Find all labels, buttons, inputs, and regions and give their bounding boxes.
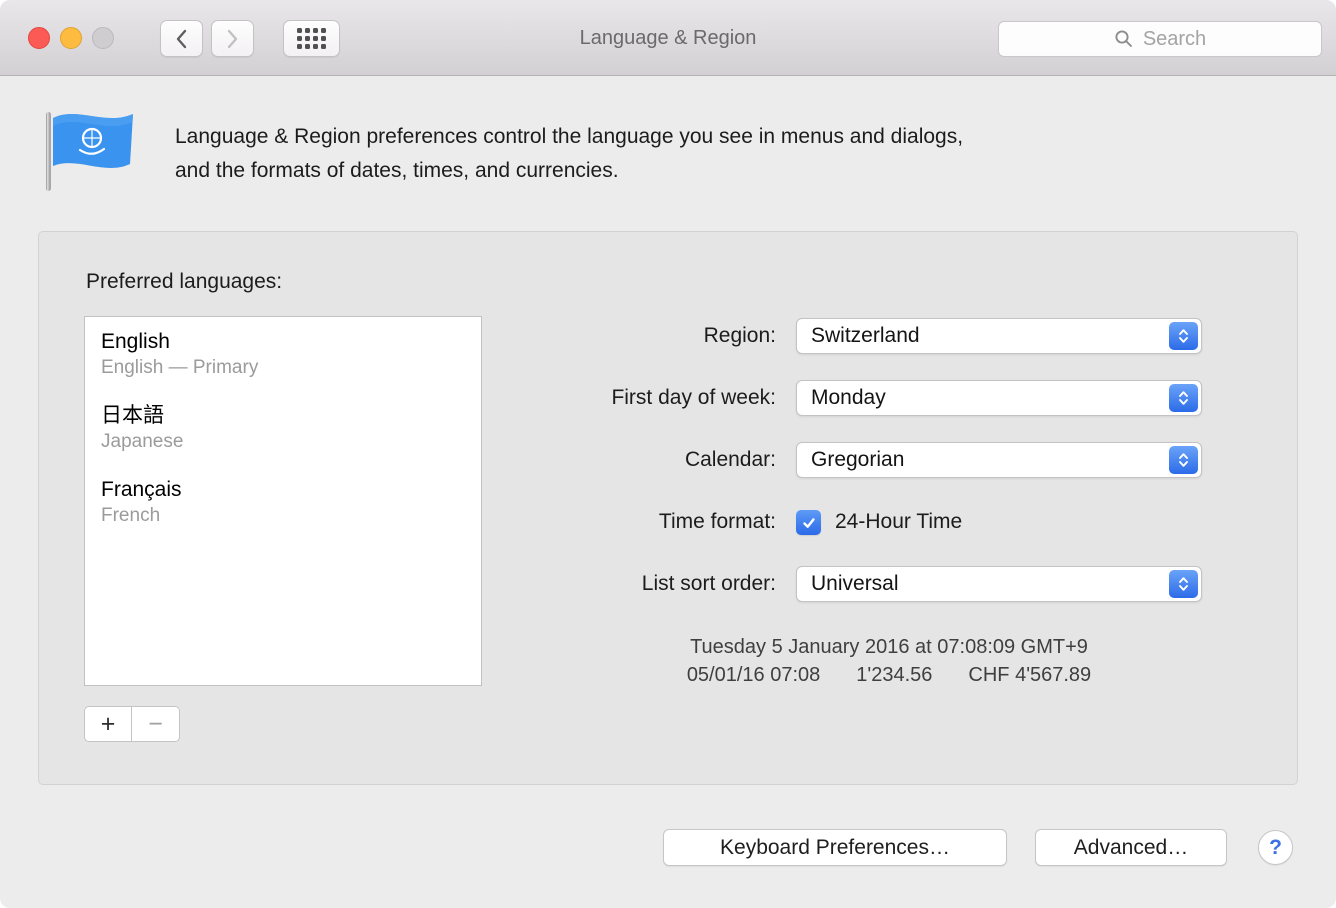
calendar-value: Gregorian	[811, 448, 905, 471]
short-format-examples: 05/01/16 07:08 1'234.56 CHF 4'567.89	[539, 661, 1239, 689]
search-icon	[1115, 30, 1132, 47]
keyboard-preferences-button[interactable]: Keyboard Preferences…	[663, 829, 1007, 866]
list-controls: + −	[84, 706, 180, 742]
description-line-1: Language & Region preferences control th…	[175, 125, 964, 148]
language-name: Français	[101, 478, 182, 501]
24-hour-time-checkbox[interactable]	[796, 510, 821, 535]
short-date-example: 05/01/16 07:08	[686, 664, 821, 686]
show-all-button[interactable]	[283, 20, 340, 57]
full-date-example: Tuesday 5 January 2016 at 07:08:09 GMT+9	[690, 636, 1088, 658]
close-button[interactable]	[28, 27, 50, 49]
advanced-button[interactable]: Advanced…	[1035, 829, 1227, 866]
preferred-languages-list[interactable]: English English — Primary 日本語 Japanese F…	[84, 316, 482, 686]
minimize-button[interactable]	[60, 27, 82, 49]
settings-panel: Preferred languages: English English — P…	[38, 231, 1298, 785]
preferences-description: Language & Region preferences control th…	[175, 120, 963, 188]
description-line-2: and the formats of dates, times, and cur…	[175, 159, 619, 182]
popup-arrows-icon	[1169, 384, 1198, 412]
search-input[interactable]: Search	[998, 21, 1322, 57]
un-flag-icon	[43, 108, 135, 199]
currency-example: CHF 4'567.89	[968, 664, 1092, 686]
first-day-label: First day of week:	[611, 386, 776, 409]
popup-arrows-icon	[1169, 570, 1198, 598]
sort-order-value: Universal	[811, 572, 899, 595]
calendar-select[interactable]: Gregorian	[796, 442, 1202, 478]
first-day-select[interactable]: Monday	[796, 380, 1202, 416]
chevron-left-icon	[176, 29, 187, 48]
preferred-languages-label: Preferred languages:	[86, 270, 283, 293]
help-button[interactable]: ?	[1258, 830, 1293, 865]
popup-arrows-icon	[1169, 446, 1198, 474]
region-label: Region:	[703, 324, 776, 347]
time-format-label: Time format:	[658, 510, 776, 533]
calendar-label: Calendar:	[684, 448, 776, 471]
popup-arrows-icon	[1169, 322, 1198, 350]
sort-order-select[interactable]: Universal	[796, 566, 1202, 602]
zoom-button-disabled	[92, 27, 114, 49]
24-hour-time-label: 24-Hour Time	[835, 510, 963, 533]
checkmark-icon	[802, 517, 815, 528]
language-detail: English — Primary	[101, 357, 259, 378]
chevron-right-icon	[227, 29, 238, 48]
format-examples: Tuesday 5 January 2016 at 07:08:09 GMT+9…	[539, 633, 1239, 689]
region-select[interactable]: Switzerland	[796, 318, 1202, 354]
search-placeholder: Search	[1142, 27, 1207, 50]
grid-icon	[297, 28, 326, 49]
region-value: Switzerland	[811, 324, 920, 347]
add-language-button[interactable]: +	[84, 706, 132, 742]
window-title: Language & Region	[579, 27, 757, 49]
sort-order-label: List sort order:	[641, 572, 776, 595]
number-example: 1'234.56	[856, 664, 933, 686]
remove-language-button[interactable]: −	[132, 706, 180, 742]
first-day-value: Monday	[811, 386, 886, 409]
back-button[interactable]	[160, 20, 203, 57]
forward-button[interactable]	[211, 20, 254, 57]
language-region-window: Language & Region Search Language & Regi…	[0, 0, 1336, 908]
titlebar: Language & Region Search	[0, 0, 1336, 76]
